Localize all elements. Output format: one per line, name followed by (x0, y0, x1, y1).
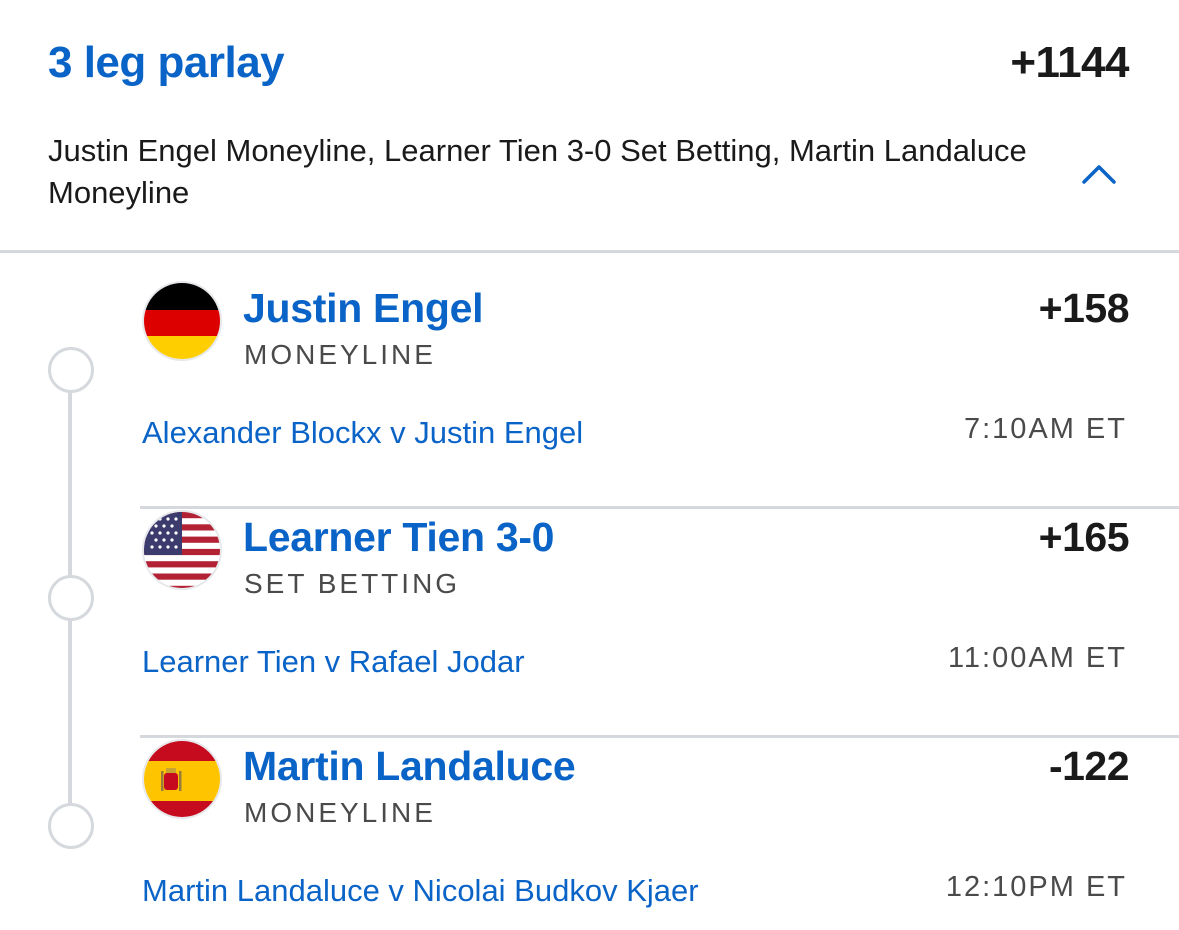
leg-odds: +158 (1038, 285, 1130, 331)
leg-start-time: 12:10PM ET (945, 871, 1127, 903)
leg-selection: Martin Landaluce (243, 743, 576, 789)
parlay-odds: +1144 (1010, 38, 1129, 87)
parlay-title: 3 leg parlay (48, 38, 285, 87)
leg-market: SET BETTING (244, 568, 461, 599)
parlay-description: Justin Engel Moneyline, Learner Tien 3-0… (48, 133, 1027, 210)
leg-match-link[interactable]: Alexander Blockx v Justin Engel (142, 415, 583, 451)
germany-flag-icon (142, 281, 222, 361)
leg-odds: +165 (1038, 514, 1130, 560)
parlay-header[interactable]: 3 leg parlay +1144 Justin Engel Moneylin… (0, 0, 1179, 253)
chevron-up-icon[interactable] (1076, 155, 1122, 193)
parlay-leg[interactable]: Learner Tien 3-0 SET BETTING +165 Learne… (140, 510, 1179, 738)
leg-status-circle (48, 803, 94, 849)
leg-odds: -122 (1048, 743, 1130, 789)
leg-match-link[interactable]: Martin Landaluce v Nicolai Budkov Kjaer (142, 873, 699, 909)
leg-start-time: 11:00AM ET (947, 642, 1127, 674)
leg-selection: Justin Engel (243, 285, 484, 331)
leg-market: MONEYLINE (244, 339, 436, 370)
leg-selection: Learner Tien 3-0 (243, 514, 555, 560)
leg-match-link[interactable]: Learner Tien v Rafael Jodar (142, 644, 525, 680)
parlay-leg[interactable]: Martin Landaluce MONEYLINE -122 Martin L… (140, 739, 1179, 930)
leg-start-time: 7:10AM ET (963, 413, 1127, 445)
spain-flag-icon (142, 739, 222, 819)
parlay-leg[interactable]: Justin Engel MONEYLINE +158 Alexander Bl… (140, 281, 1179, 509)
leg-status-circle (48, 575, 94, 621)
leg-status-circle (48, 347, 94, 393)
usa-flag-icon (142, 510, 222, 590)
leg-market: MONEYLINE (244, 797, 436, 828)
